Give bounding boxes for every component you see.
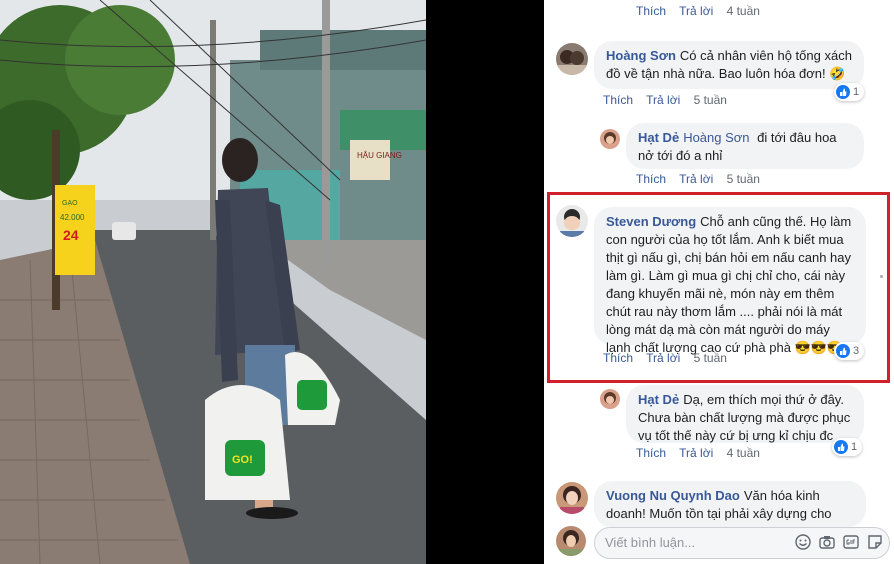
comment-bubble: Hoàng Sơn Có cả nhân viên hộ tống xách đồ…	[594, 41, 864, 89]
comment-author[interactable]: Hạt Dẻ	[638, 130, 679, 145]
reply-link[interactable]: Trả lời	[679, 172, 713, 186]
comment-bubble: Hạt Dẻ Dạ, em thích mọi thứ ở đây. Chưa b…	[626, 385, 864, 443]
scroll-indicator	[880, 275, 883, 278]
like-icon	[834, 440, 848, 454]
like-link[interactable]: Thích	[636, 446, 666, 460]
like-link[interactable]: Thích	[636, 4, 666, 18]
comment-bubble: Hạt Dẻ Hoàng Sơn đi tới đâu hoa nở tới đó…	[626, 123, 864, 169]
mention-link[interactable]: Hoàng Sơn	[683, 130, 749, 145]
comment-3-actions: Thích Trả lời 5 tuần	[603, 351, 737, 365]
reaction-count[interactable]: 1	[832, 438, 863, 456]
timestamp: 5 tuần	[693, 351, 727, 365]
avatar[interactable]	[556, 205, 588, 237]
comment-bubble: Steven Dương Chỗ anh cũng thế. Họ làm con…	[594, 207, 866, 355]
like-link[interactable]: Thích	[603, 93, 633, 107]
like-link[interactable]: Thích	[603, 351, 633, 365]
comment-author[interactable]: Hạt Dẻ	[638, 392, 679, 407]
avatar[interactable]	[600, 389, 620, 409]
avatar[interactable]	[556, 43, 588, 75]
store-sign-text: HẬU GIANG	[357, 151, 402, 160]
gif-icon[interactable]	[843, 534, 859, 550]
avatar[interactable]	[600, 129, 620, 149]
like-icon	[836, 344, 850, 358]
reply-link[interactable]: Trả lời	[679, 446, 713, 460]
timestamp: 4 tuần	[726, 4, 760, 18]
comment-bubble: Vuong Nu Quynh Dao Văn hóa kinh doanh! Mu…	[594, 481, 866, 527]
comment-input[interactable]: Viết bình luận...	[594, 527, 890, 559]
comment-2-actions: Thích Trả lời 5 tuần	[636, 172, 770, 186]
comment-author[interactable]: Steven Dương	[606, 214, 696, 229]
comment-0-actions: Thích Trả lời 4 tuần	[636, 4, 770, 18]
like-icon	[836, 85, 850, 99]
timestamp: 4 tuần	[726, 446, 760, 460]
reply-link[interactable]: Trả lời	[646, 93, 680, 107]
composer-avatar[interactable]	[556, 526, 586, 556]
reply-link[interactable]: Trả lời	[646, 351, 680, 365]
timestamp: 5 tuần	[693, 93, 727, 107]
sign-text-2: 42.000	[60, 213, 85, 222]
reaction-count[interactable]: 3	[834, 342, 865, 360]
emoji-icon[interactable]	[795, 534, 811, 550]
black-gutter	[426, 0, 544, 564]
avatar[interactable]	[556, 482, 588, 514]
sign-text-1: GẠO	[62, 200, 78, 207]
comment-author[interactable]: Hoàng Sơn	[606, 48, 676, 63]
bag-text: GO!	[232, 454, 253, 466]
sticker-icon[interactable]	[867, 534, 883, 550]
comment-4-actions: Thích Trả lời 4 tuần	[636, 446, 770, 460]
street-photo: HẬU GIANG GẠO 42.000 24 GO!	[0, 0, 426, 564]
comment-1-actions: Thích Trả lời 5 tuần	[603, 93, 737, 107]
like-link[interactable]: Thích	[636, 172, 666, 186]
reaction-count[interactable]: 1	[834, 83, 865, 101]
reply-link[interactable]: Trả lời	[679, 4, 713, 18]
sign-text-3: 24	[63, 227, 79, 243]
timestamp: 5 tuần	[726, 172, 760, 186]
comment-author[interactable]: Vuong Nu Quynh Dao	[606, 488, 740, 503]
comment-text: Chỗ anh cũng thế. Họ làm con người của h…	[606, 214, 852, 355]
camera-icon[interactable]	[819, 534, 835, 550]
comment-input-placeholder: Viết bình luận...	[605, 535, 696, 550]
